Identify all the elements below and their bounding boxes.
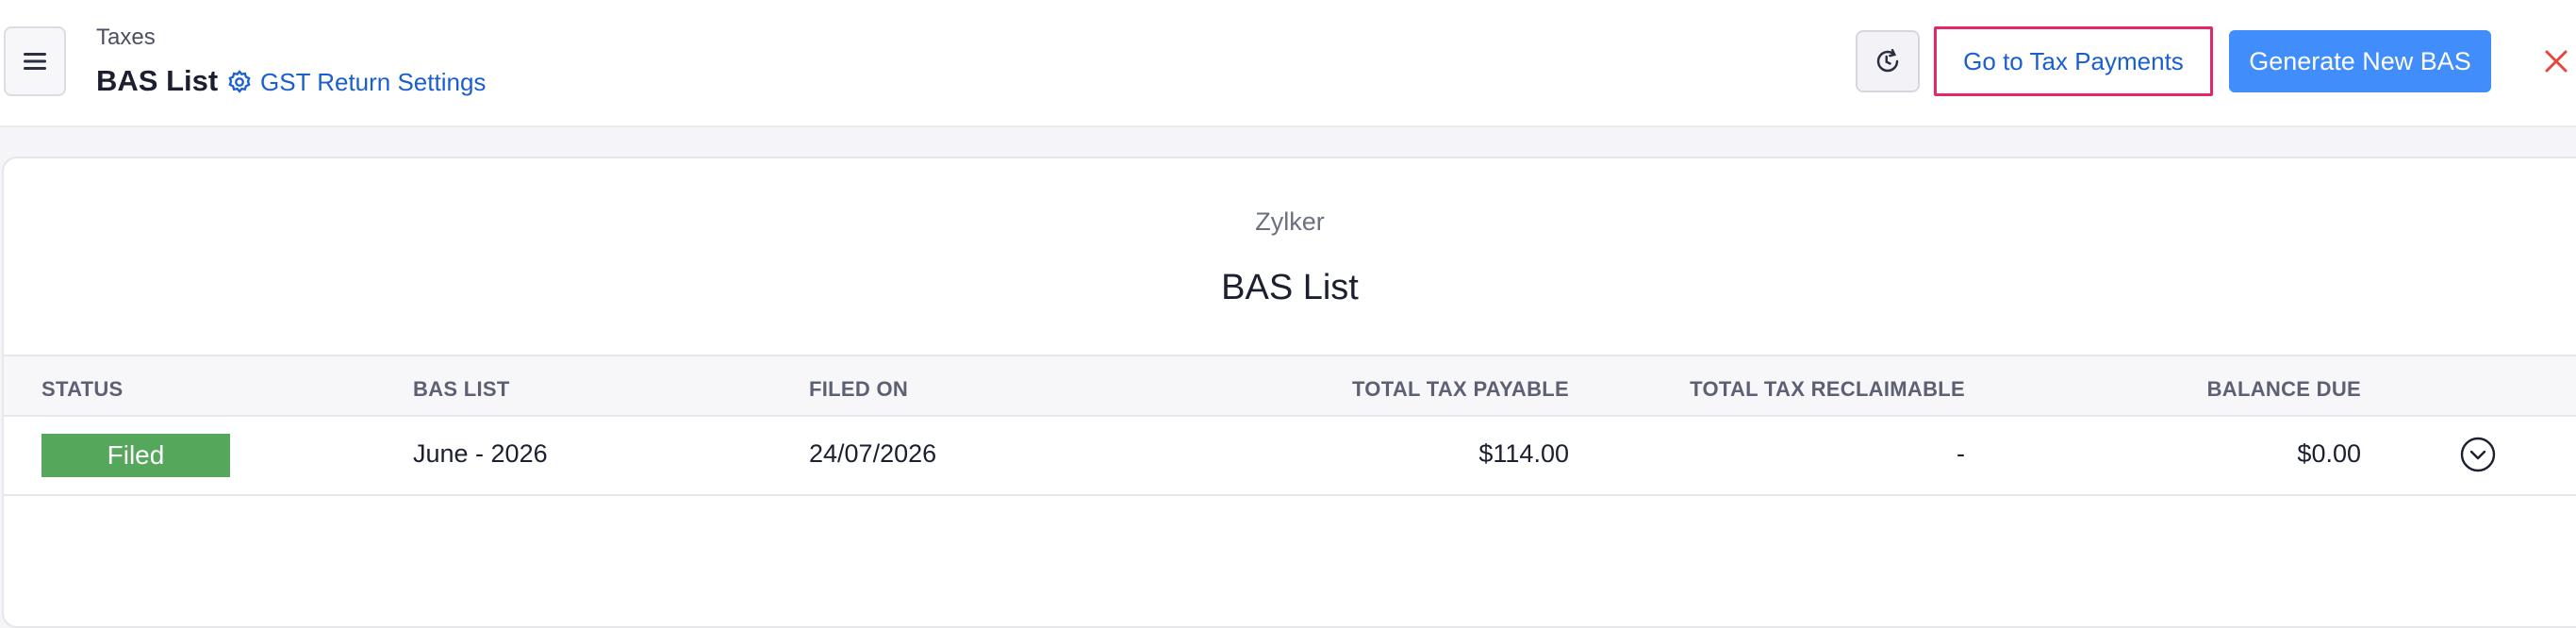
refresh-icon	[1876, 48, 1899, 73]
cell-total-tax-reclaimable: -	[1957, 439, 1965, 468]
table-header: STATUS BAS LIST FILED ON TOTAL TAX PAYAB…	[4, 355, 2576, 417]
column-header-total-tax-reclaimable[interactable]: TOTAL TAX RECLAIMABLE	[1588, 377, 1965, 402]
page-header: Taxes BAS List GST Return Settings Go to…	[0, 0, 2576, 127]
gst-return-settings-link[interactable]: GST Return Settings	[226, 66, 486, 98]
report-title: BAS List	[1221, 268, 1359, 307]
column-header-balance-due[interactable]: BALANCE DUE	[1984, 377, 2361, 402]
page-title: BAS List	[96, 64, 219, 97]
cell-balance-due: $0.00	[2297, 439, 2361, 468]
settings-link-label: GST Return Settings	[260, 67, 487, 96]
go-to-tax-payments-button[interactable]: Go to Tax Payments	[1934, 26, 2213, 96]
cell-total-tax-payable: $114.00	[1478, 439, 1569, 468]
refresh-button[interactable]	[1856, 30, 1920, 92]
hamburger-icon	[24, 53, 46, 70]
gear-icon	[228, 70, 251, 93]
status-badge: Filed	[41, 434, 230, 477]
chevron-down-circle-icon	[2460, 437, 2496, 472]
column-header-total-tax-payable[interactable]: TOTAL TAX PAYABLE	[1192, 377, 1569, 402]
cell-bas-list[interactable]: June - 2026	[413, 439, 548, 469]
column-header-bas-list[interactable]: BAS LIST	[413, 377, 510, 402]
cell-filed-on: 24/07/2026	[809, 439, 937, 468]
breadcrumb[interactable]: Taxes	[96, 25, 156, 51]
generate-new-bas-button[interactable]: Generate New BAS	[2229, 30, 2491, 92]
close-icon	[2545, 50, 2568, 73]
column-header-filed-on[interactable]: FILED ON	[809, 377, 908, 402]
table-row[interactable]: Filed June - 2026 24/07/2026 $114.00 - $…	[4, 417, 2576, 496]
close-button[interactable]	[2540, 45, 2572, 77]
menu-button[interactable]	[4, 26, 66, 96]
organization-name: Zylker	[1255, 207, 1325, 236]
column-header-status[interactable]: STATUS	[41, 377, 124, 402]
row-action-button[interactable]	[2459, 436, 2497, 473]
